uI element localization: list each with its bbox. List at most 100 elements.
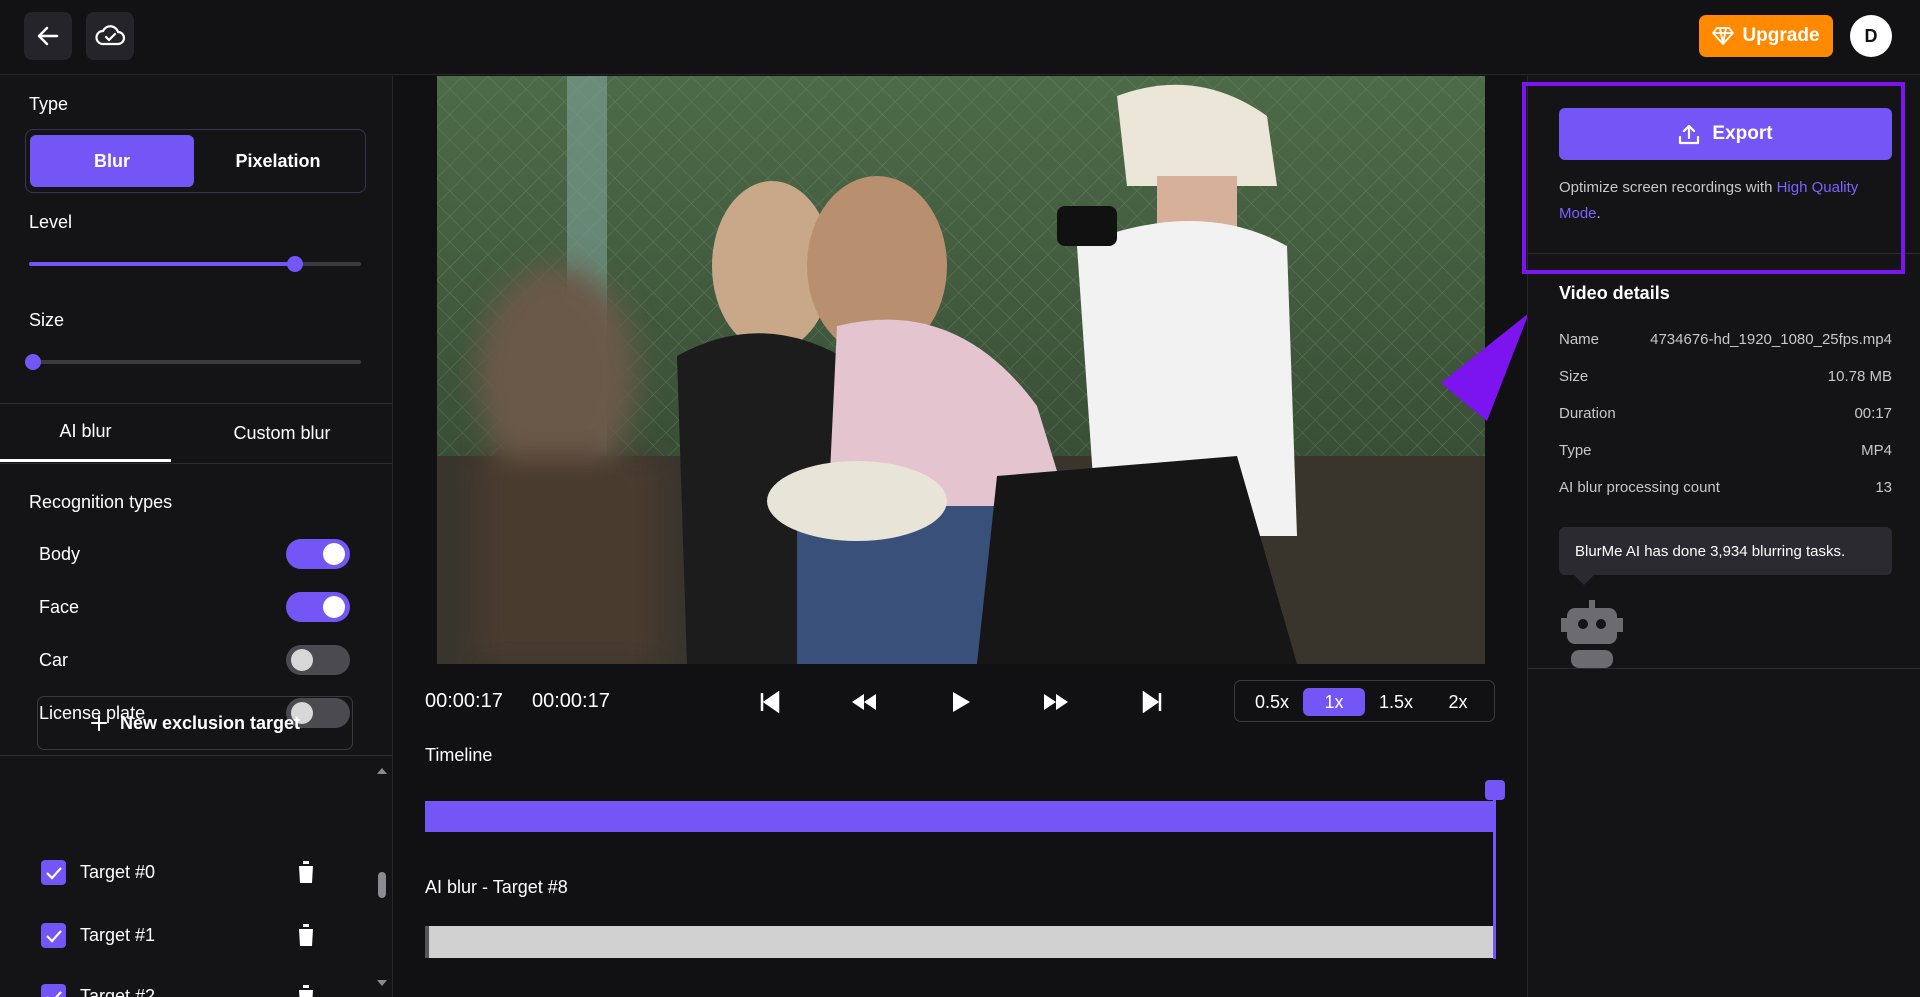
recognition-types-label: Recognition types — [29, 492, 173, 512]
target-2-delete-button[interactable] — [296, 984, 316, 997]
trash-icon — [297, 861, 315, 883]
toggle-knob — [291, 649, 313, 671]
robot-icon — [1561, 600, 1623, 668]
checkmark-icon — [45, 866, 62, 880]
skip-to-end-button[interactable] — [1138, 688, 1166, 716]
toggle-knob — [323, 596, 345, 618]
speed-0-5x-button[interactable]: 0.5x — [1241, 688, 1303, 716]
video-details-title: Video details — [1559, 283, 1670, 303]
skip-to-start-button[interactable] — [756, 688, 784, 716]
detail-value: 00:17 — [1854, 405, 1892, 422]
blurme-ai-bubble: BlurMe AI has done 3,934 blurring tasks. — [1559, 527, 1892, 575]
target-1-checkbox[interactable] — [41, 923, 66, 948]
current-time: 00:00:17 — [425, 690, 503, 712]
target-2-checkbox[interactable] — [41, 984, 66, 997]
speed-2x-button[interactable]: 2x — [1427, 688, 1489, 716]
type-label: Type — [29, 94, 69, 114]
target-2-label: Target #2 — [80, 986, 156, 997]
recognition-face-toggle[interactable] — [286, 592, 350, 622]
target-1-delete-button[interactable] — [296, 923, 316, 952]
toggle-knob — [323, 543, 345, 565]
detail-value: 10.78 MB — [1827, 368, 1892, 385]
detail-row-size: Size 10.78 MB — [1559, 368, 1892, 385]
recognition-car-toggle[interactable] — [286, 645, 350, 675]
fast-forward-button[interactable] — [1042, 688, 1070, 716]
video-frame-image — [437, 76, 1485, 664]
type-pixelation-button[interactable]: Pixelation — [196, 135, 360, 187]
skip-back-icon — [760, 691, 780, 713]
blur-track-bar[interactable] — [425, 926, 1493, 958]
list-item[interactable] — [41, 860, 66, 885]
total-time: 00:00:17 — [532, 690, 610, 712]
detail-key: Name — [1559, 331, 1600, 348]
divider — [1528, 668, 1920, 669]
size-slider-handle[interactable] — [25, 354, 41, 370]
scrollbar-graphic — [377, 768, 387, 986]
type-blur-button[interactable]: Blur — [30, 135, 194, 187]
new-exclusion-target-button[interactable]: New exclusion target — [37, 696, 353, 750]
detail-row-duration: Duration 00:17 — [1559, 405, 1892, 422]
playhead — [1493, 786, 1496, 959]
target-0-delete-button[interactable] — [296, 860, 316, 889]
plus-icon — [90, 715, 107, 731]
target-0-label: Target #0 — [80, 862, 156, 882]
list-item[interactable] — [41, 984, 66, 997]
playhead-handle[interactable] — [1485, 780, 1505, 800]
diamond-icon — [1712, 27, 1735, 45]
video-preview[interactable] — [437, 76, 1485, 664]
detail-key: AI blur processing count — [1559, 479, 1720, 496]
fast-forward-icon — [1044, 694, 1068, 710]
size-label: Size — [29, 310, 65, 330]
timeline-label: Timeline — [425, 745, 493, 765]
upgrade-button[interactable]: Upgrade — [1699, 15, 1833, 57]
timeline-bar[interactable] — [425, 801, 1495, 832]
list-item[interactable] — [41, 923, 66, 948]
detail-row-type: Type MP4 — [1559, 442, 1892, 459]
avatar[interactable]: D — [1850, 15, 1892, 57]
tab-ai-blur[interactable]: AI blur — [0, 404, 171, 462]
checkmark-icon — [45, 929, 62, 943]
recognition-body-label: Body — [39, 544, 81, 564]
detail-row-ai-count: AI blur processing count 13 — [1559, 479, 1892, 496]
detail-key: Duration — [1559, 405, 1616, 422]
play-button[interactable] — [947, 688, 975, 716]
detail-value: 4734676-hd_1920_1080_25fps.mp4 — [1650, 331, 1892, 348]
export-highlight-box — [1522, 82, 1905, 274]
arrow-left-icon — [37, 26, 59, 46]
speed-1x-button[interactable]: 1x — [1303, 688, 1365, 716]
recognition-car-label: Car — [39, 650, 69, 670]
target-list: Target #0 Target #1 Target #2 — [0, 832, 370, 997]
bubble-tail — [1574, 575, 1594, 585]
new-exclusion-target-label: New exclusion target — [119, 712, 301, 733]
level-label: Level — [29, 212, 73, 232]
trash-icon — [297, 924, 315, 946]
trash-icon — [297, 985, 315, 997]
detail-row-name: Name 4734676-hd_1920_1080_25fps.mp4 — [1559, 331, 1892, 348]
level-slider-fill — [29, 262, 295, 266]
skip-forward-icon — [1142, 691, 1162, 713]
back-button[interactable] — [24, 12, 72, 60]
target-list-scrollbar[interactable] — [374, 764, 390, 997]
detail-key: Type — [1559, 442, 1592, 459]
speed-1-5x-button[interactable]: 1.5x — [1365, 688, 1427, 716]
level-slider[interactable] — [29, 256, 361, 272]
top-bar: Upgrade D — [0, 0, 1920, 75]
upgrade-label: Upgrade — [1742, 25, 1820, 46]
detail-key: Size — [1559, 368, 1589, 385]
track-label: AI blur - Target #8 — [425, 877, 568, 897]
target-1-label: Target #1 — [80, 925, 156, 945]
recognition-face-label: Face — [39, 597, 80, 617]
detail-value: 13 — [1875, 479, 1892, 496]
divider — [0, 755, 393, 756]
cloud-save-button[interactable] — [86, 12, 134, 60]
cloud-check-icon — [95, 25, 126, 46]
tab-custom-blur[interactable]: Custom blur — [182, 404, 382, 462]
target-0-checkbox[interactable] — [41, 860, 66, 885]
recognition-body-toggle[interactable] — [286, 539, 350, 569]
detail-value: MP4 — [1861, 442, 1892, 459]
size-slider[interactable] — [25, 354, 361, 370]
type-segmented-control: Blur Pixelation — [25, 129, 366, 193]
rewind-button[interactable] — [850, 688, 878, 716]
divider — [0, 463, 393, 464]
level-slider-handle[interactable] — [287, 256, 303, 272]
